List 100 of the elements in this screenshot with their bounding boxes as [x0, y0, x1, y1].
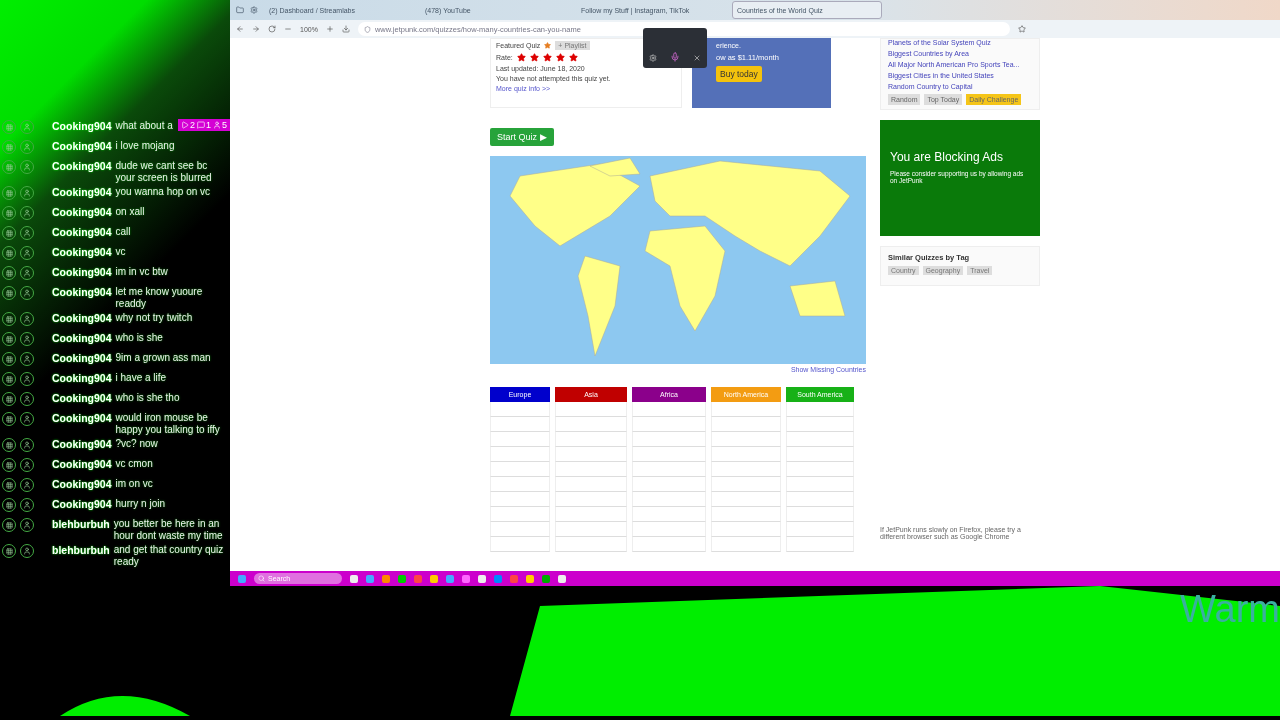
notice-title: You are Blocking Ads — [890, 150, 1004, 164]
answer-cell — [555, 447, 627, 462]
chat-icon — [197, 121, 205, 129]
chat-message: who is she — [115, 332, 163, 344]
folder-icon[interactable] — [236, 6, 244, 14]
chat-message: you wanna hop on vc — [115, 186, 211, 198]
chat-message: ?vc? now — [115, 438, 158, 450]
answer-cell — [711, 402, 781, 417]
shield-icon — [363, 25, 371, 33]
chat-username: Cooking904 — [52, 186, 112, 198]
star-icon[interactable] — [568, 53, 578, 62]
answer-cell — [555, 492, 627, 507]
answer-cell — [555, 432, 627, 447]
chat-message: i love mojang — [115, 140, 175, 152]
chat-message: what about a — [115, 120, 173, 132]
answer-cell — [555, 402, 627, 417]
star-rating[interactable] — [516, 53, 578, 62]
chat-message: im in vc btw — [115, 266, 168, 278]
chat-message: and get that country quiz ready — [113, 544, 225, 568]
answer-cell — [711, 537, 781, 552]
chat-message: vc cmon — [115, 458, 153, 470]
answer-cell — [555, 477, 627, 492]
download-icon[interactable] — [341, 25, 350, 33]
answer-cell — [711, 522, 781, 537]
chat-username: Cooking904 — [52, 352, 112, 364]
chat-username: Cooking904 — [52, 458, 112, 470]
answer-cell — [786, 447, 854, 462]
overlay-text: Warm — [1180, 588, 1280, 631]
answer-cell — [786, 402, 854, 417]
answer-cell — [786, 477, 854, 492]
answer-cell — [786, 492, 854, 507]
forward-icon[interactable] — [252, 25, 260, 33]
answer-cell — [711, 492, 781, 507]
chat-message: 9im a grown ass man — [115, 352, 211, 364]
chat-message: would iron mouse be happy you talking to iffy — [115, 412, 221, 436]
chat-username: Cooking904 — [52, 478, 112, 490]
stat-count: 1 — [206, 120, 212, 130]
chat-username: Cooking904 — [52, 266, 112, 278]
chat-username: Cooking904 — [52, 206, 112, 218]
answer-cell — [786, 507, 854, 522]
stat-count: 2 — [190, 120, 195, 130]
answer-cell — [711, 462, 781, 477]
chat-message: i have a life — [115, 372, 167, 384]
chat-username: Cooking904 — [52, 332, 112, 344]
chat-username: Cooking904 — [52, 372, 112, 384]
chat-username: Cooking904 — [52, 286, 112, 298]
chat-username: Cooking904 — [52, 312, 112, 324]
chat-username: Cooking904 — [52, 392, 112, 404]
chat-username: Cooking904 — [52, 140, 112, 152]
back-icon[interactable] — [236, 25, 244, 33]
chat-username: Cooking904 — [52, 498, 112, 510]
chat-message: why not try twitch — [115, 312, 193, 324]
chat-username: Cooking904 — [52, 438, 112, 450]
search-icon — [258, 575, 265, 582]
answer-cell — [490, 522, 550, 537]
answer-cell — [711, 417, 781, 432]
stat-count: 5 — [222, 120, 228, 130]
buy-button[interactable]: Buy today — [716, 66, 762, 82]
chat-username: Cooking904 — [52, 160, 112, 172]
answer-cell — [490, 432, 550, 447]
play-icon — [181, 121, 189, 129]
answer-cell — [711, 507, 781, 522]
answer-cell — [490, 537, 550, 552]
chat-username: Cooking904 — [52, 412, 112, 424]
answer-cell — [490, 462, 550, 477]
star-icon[interactable] — [555, 53, 565, 62]
star-icon — [544, 42, 552, 49]
answer-cell — [555, 507, 627, 522]
zoom-in-icon[interactable] — [325, 25, 334, 33]
zoom-out-icon[interactable] — [284, 25, 292, 33]
answer-cell — [555, 417, 627, 432]
answer-cell — [786, 462, 854, 477]
chat-username: blehburbuh — [52, 518, 110, 530]
chat-username: Cooking904 — [52, 120, 112, 132]
chat-username: Cooking904 — [52, 226, 112, 238]
answer-cell — [711, 477, 781, 492]
favorite-icon[interactable] — [1017, 25, 1026, 33]
answer-cell — [490, 507, 550, 522]
answer-cell — [786, 522, 854, 537]
microphone-icon[interactable] — [670, 52, 680, 62]
answer-cell — [786, 432, 854, 447]
answer-cell — [490, 417, 550, 432]
answer-cell — [711, 447, 781, 462]
close-icon[interactable] — [692, 54, 701, 62]
star-icon[interactable] — [529, 53, 539, 62]
star-icon[interactable] — [542, 53, 552, 62]
answer-cell — [490, 477, 550, 492]
chat-message: call — [115, 226, 131, 238]
reload-icon[interactable] — [268, 25, 276, 33]
answer-cell — [555, 537, 627, 552]
answer-cell — [555, 522, 627, 537]
chat-message: hurry n join — [115, 498, 165, 510]
chat-username: blehburbuh — [52, 544, 110, 556]
start-quiz-button[interactable]: Start Quiz ▶ — [490, 128, 554, 146]
chat-message: who is she tho — [115, 392, 180, 404]
chat-message: vc — [115, 246, 126, 258]
settings-icon[interactable] — [250, 6, 258, 14]
star-icon[interactable] — [516, 53, 526, 62]
start-icon[interactable] — [238, 574, 246, 583]
answer-cell — [490, 447, 550, 462]
